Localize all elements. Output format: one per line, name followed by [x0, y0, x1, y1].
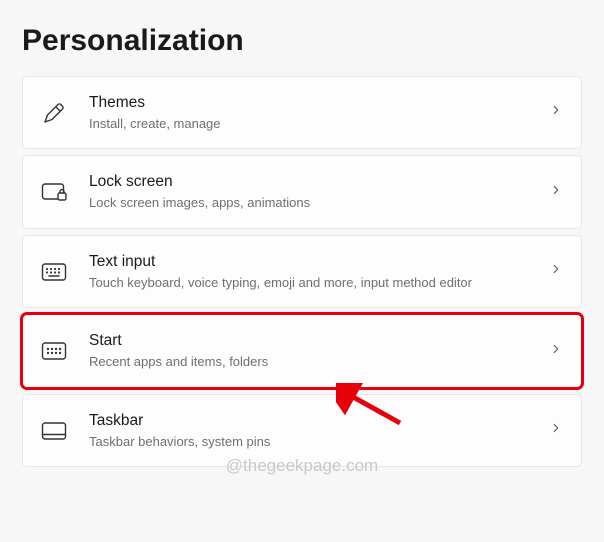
pen-icon	[41, 100, 67, 126]
row-desc: Taskbar behaviors, system pins	[89, 433, 537, 451]
row-desc: Lock screen images, apps, animations	[89, 194, 537, 212]
row-text: Text input Touch keyboard, voice typing,…	[89, 252, 537, 291]
chevron-right-icon	[549, 103, 563, 122]
row-title: Themes	[89, 93, 537, 114]
setting-row-lock-screen[interactable]: Lock screen Lock screen images, apps, an…	[22, 155, 582, 228]
row-title: Taskbar	[89, 411, 537, 432]
row-text: Lock screen Lock screen images, apps, an…	[89, 172, 537, 211]
row-desc: Touch keyboard, voice typing, emoji and …	[89, 274, 537, 292]
chevron-right-icon	[549, 183, 563, 202]
setting-row-text-input[interactable]: Text input Touch keyboard, voice typing,…	[22, 235, 582, 308]
setting-row-start[interactable]: Start Recent apps and items, folders	[22, 314, 582, 387]
row-title: Lock screen	[89, 172, 537, 193]
lockscreen-icon	[41, 179, 67, 205]
setting-row-themes[interactable]: Themes Install, create, manage	[22, 76, 582, 149]
setting-row-taskbar[interactable]: Taskbar Taskbar behaviors, system pins	[22, 394, 582, 467]
row-title: Text input	[89, 252, 537, 273]
taskbar-icon	[41, 418, 67, 444]
keyboard-icon	[41, 259, 67, 285]
chevron-right-icon	[549, 421, 563, 440]
row-text: Taskbar Taskbar behaviors, system pins	[89, 411, 537, 450]
row-desc: Install, create, manage	[89, 115, 537, 133]
row-title: Start	[89, 331, 537, 352]
chevron-right-icon	[549, 342, 563, 361]
row-desc: Recent apps and items, folders	[89, 353, 537, 371]
row-text: Start Recent apps and items, folders	[89, 331, 537, 370]
settings-list: Themes Install, create, manage Lock scre…	[0, 76, 604, 467]
chevron-right-icon	[549, 262, 563, 281]
row-text: Themes Install, create, manage	[89, 93, 537, 132]
page-title: Personalization	[0, 0, 604, 76]
start-icon	[41, 338, 67, 364]
